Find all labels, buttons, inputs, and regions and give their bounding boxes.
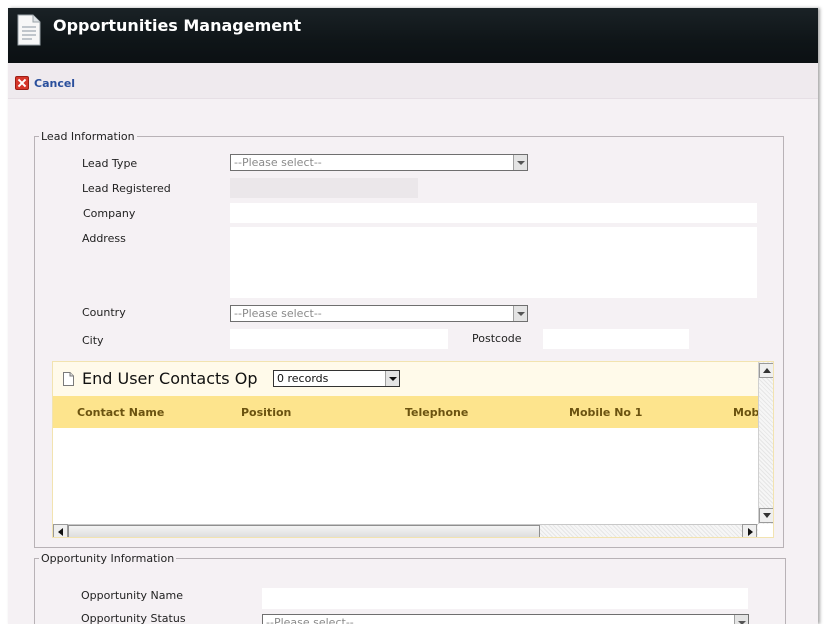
lead-type-select[interactable]: --Please select-- [230,154,528,171]
column-header-mobile-no-2[interactable]: Mob [733,406,759,419]
records-value: 0 records [277,372,329,385]
column-header-telephone[interactable]: Telephone [405,406,468,419]
company-field[interactable] [230,203,757,223]
city-label: City [82,334,104,347]
title-bar: Opportunities Management [8,8,818,63]
horizontal-scroll-thumb[interactable] [68,525,540,537]
postcode-label: Postcode [472,332,522,345]
chevron-down-icon [513,306,527,321]
column-header-mobile-no-1[interactable]: Mobile No 1 [569,406,642,419]
column-header-row: Contact Name Position Telephone Mobile N… [53,396,759,428]
cancel-label: Cancel [34,76,76,90]
end-user-contacts-grid: End User Contacts Op 0 records Contact N… [52,361,774,538]
opportunity-information-legend: Opportunity Information [41,552,175,565]
address-label: Address [82,232,126,245]
opportunity-name-field[interactable] [262,588,748,609]
opportunity-status-label: Opportunity Status [81,612,186,624]
country-value: --Please select-- [234,307,322,320]
chevron-down-icon [385,371,399,386]
opportunity-name-label: Opportunity Name [81,589,183,602]
company-label: Company [83,207,136,220]
column-header-contact-name[interactable]: Contact Name [77,406,164,419]
document-icon [63,372,74,386]
records-select[interactable]: 0 records [273,370,400,387]
chevron-down-icon [734,615,748,624]
scroll-left-button[interactable] [53,524,68,537]
document-icon [17,14,41,46]
postcode-field[interactable] [543,329,689,349]
address-field[interactable] [230,227,757,298]
window-title: Opportunities Management [53,16,302,35]
lead-registered-label: Lead Registered [82,182,171,195]
lead-type-label: Lead Type [82,157,138,170]
country-label: Country [82,306,126,319]
lead-registered-field [230,178,418,198]
vertical-scrollbar[interactable] [758,362,773,524]
grid-title: End User Contacts Op [82,369,258,388]
lead-type-value: --Please select-- [234,156,322,169]
opportunity-status-select[interactable]: --Please select-- [262,614,749,624]
cancel-button[interactable]: Cancel [15,75,75,91]
scroll-up-button[interactable] [759,363,773,378]
lead-information-legend: Lead Information [41,130,135,143]
column-header-position[interactable]: Position [241,406,291,419]
country-select[interactable]: --Please select-- [230,305,528,322]
toolbar [8,63,818,99]
opportunity-status-value: --Please select-- [266,616,354,624]
horizontal-scrollbar[interactable] [53,524,758,537]
scroll-right-button[interactable] [742,524,757,537]
opportunities-window: Opportunities Management Cancel Lead Inf… [8,8,818,624]
cancel-icon [15,76,29,90]
grid-header: End User Contacts Op 0 records [53,362,758,396]
city-field[interactable] [230,329,448,349]
scroll-down-button[interactable] [759,508,773,523]
chevron-down-icon [513,155,527,170]
